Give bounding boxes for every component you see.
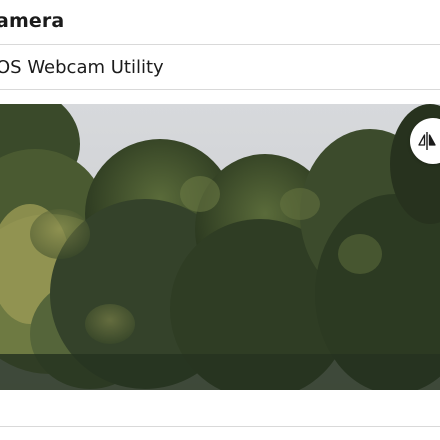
camera-preview-image: [0, 104, 440, 390]
divider: [0, 89, 440, 90]
divider: [0, 44, 440, 45]
camera-device-selector[interactable]: iOS Webcam Utility: [0, 46, 440, 89]
section-title-text: Camera: [0, 10, 65, 32]
divider: [0, 426, 440, 427]
camera-section-title: Camera: [0, 0, 440, 42]
camera-settings-page: Camera iOS Webcam Utility: [0, 0, 440, 440]
camera-preview: [0, 104, 440, 390]
camera-device-name: iOS Webcam Utility: [0, 57, 164, 78]
flip-horizontal-icon: [418, 132, 436, 150]
